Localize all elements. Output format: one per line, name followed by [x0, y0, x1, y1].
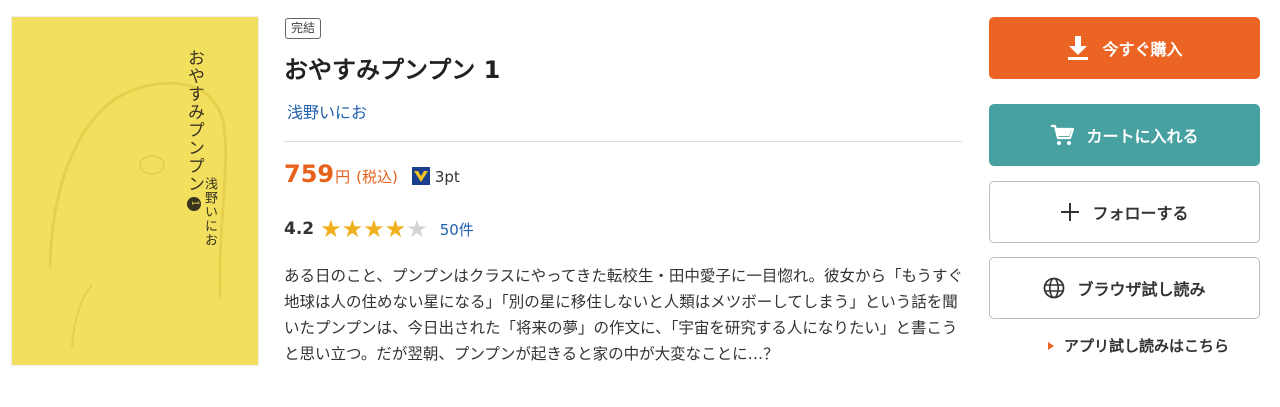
cover-author: 浅野いにお: [202, 177, 217, 247]
follow-button[interactable]: フォローする: [989, 181, 1260, 243]
follow-label: フォローする: [1092, 204, 1189, 223]
rating-value: 4.2: [284, 219, 315, 239]
price-row: 759 円 (税込) 3pt: [284, 160, 460, 188]
add-to-cart-label: カートに入れる: [1086, 127, 1199, 146]
cover-volume-mark: 1: [187, 197, 201, 211]
triangle-right-icon: [1048, 341, 1054, 350]
divider: [284, 141, 962, 142]
price-value: 759: [284, 160, 335, 188]
cart-icon: [1051, 124, 1075, 145]
cover-illustration: [48, 81, 228, 348]
app-preview-link[interactable]: アプリ試し読みはこちら: [1048, 335, 1229, 356]
star-icon: ★: [384, 215, 407, 243]
status-badge: 完結: [285, 18, 322, 39]
add-to-cart-button[interactable]: カートに入れる: [989, 104, 1260, 166]
browser-preview-label: ブラウザ試し読み: [1077, 280, 1206, 299]
rating-stars: ★ ★ ★ ★ ★: [320, 216, 428, 242]
app-preview-label: アプリ試し読みはこちら: [1064, 337, 1230, 355]
star-icon: ★: [320, 215, 342, 243]
star-icon: ★: [341, 215, 364, 243]
browser-preview-button[interactable]: ブラウザ試し読み: [989, 257, 1260, 319]
star-empty-icon: ★: [406, 215, 428, 243]
author-link[interactable]: 浅野いにお: [287, 99, 367, 123]
tax-label: (税込): [356, 168, 398, 186]
rating-row: 4.2 ★ ★ ★ ★ ★ 50件: [284, 216, 474, 242]
book-title: おやすみプンプン 1: [284, 56, 501, 84]
buy-now-label: 今すぐ購入: [1102, 40, 1183, 59]
points-value: 3pt: [434, 168, 460, 186]
v-point-icon: [411, 167, 430, 185]
plus-icon: [1061, 203, 1080, 221]
buy-now-button[interactable]: 今すぐ購入: [989, 17, 1260, 79]
globe-icon: [1044, 277, 1065, 299]
book-description: ある日のこと、プンプンはクラスにやってきた転校生・田中愛子に一目惚れ。彼女から「…: [284, 267, 964, 363]
download-icon: [1068, 36, 1089, 60]
book-cover[interactable]: おやすみプンプン1 浅野いにお: [11, 16, 259, 366]
price-unit: 円: [335, 168, 351, 186]
review-count-link[interactable]: 50件: [440, 219, 474, 240]
star-icon: ★: [363, 215, 385, 243]
